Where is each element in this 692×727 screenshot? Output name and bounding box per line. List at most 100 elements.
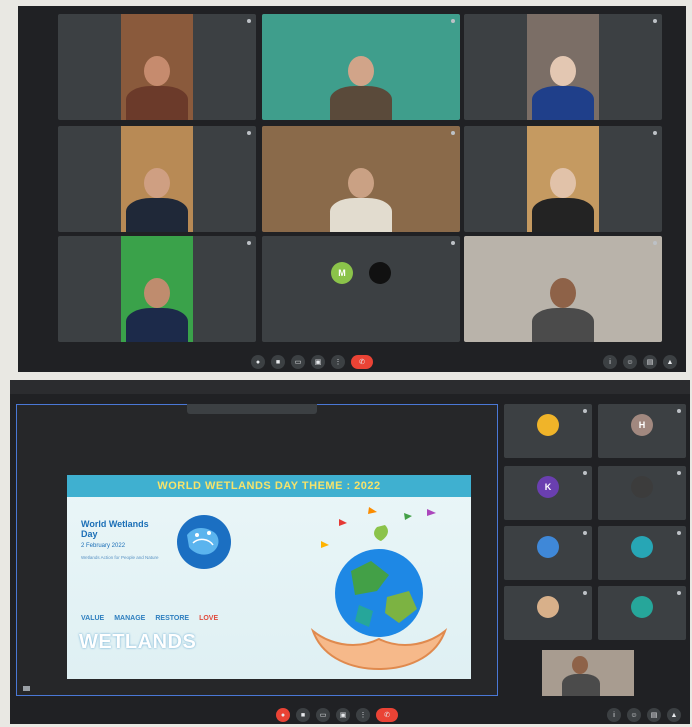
mic-status-icon	[583, 531, 587, 535]
participant-tile[interactable]	[464, 14, 662, 120]
self-body	[562, 674, 600, 696]
participant-head	[144, 168, 170, 198]
participant-figure	[532, 278, 594, 342]
mic-status-icon	[451, 131, 455, 135]
participant-figure	[330, 56, 392, 120]
action-manage: MANAGE	[114, 615, 146, 622]
participant-video	[262, 126, 460, 232]
more-options-icon[interactable]: ⋮	[356, 708, 370, 722]
right-controls-bottom: i ☺ ▤ ▲	[604, 708, 684, 722]
mic-status-icon	[451, 19, 455, 23]
chat-icon[interactable]: ▤	[643, 355, 657, 369]
participant-body	[330, 86, 392, 120]
mic-off-icon[interactable]: ●	[276, 708, 290, 722]
people-icon[interactable]: ☺	[623, 355, 637, 369]
side-participant-tile[interactable]: K	[504, 466, 592, 520]
mic-status-icon	[653, 19, 657, 23]
window-titlebar	[10, 380, 690, 394]
mic-icon[interactable]: ●	[251, 355, 265, 369]
side-participant-tile[interactable]	[598, 466, 686, 520]
participant-tile[interactable]	[58, 236, 256, 342]
self-view-tile	[542, 650, 634, 696]
participant-tile[interactable]: M	[262, 236, 460, 342]
info-icon[interactable]: i	[603, 355, 617, 369]
side-participant-tile[interactable]	[504, 404, 592, 458]
action-restore: RESTORE	[155, 615, 190, 622]
side-participant-tile[interactable]	[598, 526, 686, 580]
mic-status-icon	[247, 19, 251, 23]
mic-status-icon	[653, 241, 657, 245]
slide-big-word: WETLANDS	[79, 631, 197, 653]
people-icon[interactable]: ☺	[627, 708, 641, 722]
speaking-indicator	[369, 262, 391, 284]
mic-status-icon	[583, 591, 587, 595]
participant-head	[348, 168, 374, 198]
more-options-icon[interactable]: ⋮	[331, 355, 345, 369]
participant-tile[interactable]	[464, 236, 662, 342]
side-participant-tile[interactable]	[504, 586, 592, 640]
participant-head	[550, 278, 576, 308]
present-icon[interactable]: ▣	[336, 708, 350, 722]
screen-share-icon	[23, 686, 30, 691]
side-participant-avatar	[631, 476, 653, 498]
participant-figure	[126, 168, 188, 232]
end-call-button[interactable]: ✆	[351, 355, 373, 369]
action-love: LOVE	[199, 615, 219, 622]
meeting-controls-bottom: ● ■ ▭ ▣ ⋮ ✆ i ☺ ▤ ▲	[10, 706, 690, 724]
participant-figure	[532, 168, 594, 232]
self-head	[572, 656, 588, 674]
action-value: VALUE	[81, 615, 105, 622]
side-participant-tile[interactable]	[598, 586, 686, 640]
meet-window-top: M ● ■ ▭ ▣ ⋮ ✆ i ☺ ▤ ▲	[18, 6, 686, 372]
participant-body	[532, 86, 594, 120]
info-icon[interactable]: i	[607, 708, 621, 722]
activities-icon[interactable]: ▲	[667, 708, 681, 722]
mic-status-icon	[677, 409, 681, 413]
participant-video	[121, 126, 193, 232]
participant-body	[126, 86, 188, 120]
camera-icon[interactable]: ■	[271, 355, 285, 369]
participant-head	[348, 56, 374, 86]
side-participant-avatar: H	[631, 414, 653, 436]
end-call-button[interactable]: ✆	[376, 708, 398, 722]
meet-window-bottom: WORLD WETLANDS DAY THEME : 2022 World We…	[10, 380, 690, 724]
earth-hands-icon	[310, 507, 448, 671]
right-controls: i ☺ ▤ ▲	[600, 355, 680, 369]
mic-status-icon	[677, 591, 681, 595]
participant-tile[interactable]	[262, 126, 460, 232]
participant-video	[527, 126, 599, 232]
camera-icon[interactable]: ■	[296, 708, 310, 722]
participant-tile[interactable]	[58, 14, 256, 120]
participant-tile[interactable]	[464, 126, 662, 232]
participant-figure	[330, 168, 392, 232]
event-tagline: Wetlands Action for People and Nature	[81, 555, 159, 560]
participant-video	[262, 14, 460, 120]
mic-status-icon	[677, 471, 681, 475]
participant-video	[464, 236, 662, 342]
mic-status-icon	[247, 241, 251, 245]
participant-figure	[532, 56, 594, 120]
side-participant-tile[interactable]: H	[598, 404, 686, 458]
participant-tile[interactable]	[262, 14, 460, 120]
participant-head	[144, 56, 170, 86]
captions-icon[interactable]: ▭	[291, 355, 305, 369]
captions-icon[interactable]: ▭	[316, 708, 330, 722]
side-participant-tile[interactable]	[504, 526, 592, 580]
mic-status-icon	[583, 409, 587, 413]
mic-status-icon	[583, 471, 587, 475]
participant-body	[126, 308, 188, 342]
activities-icon[interactable]: ▲	[663, 355, 677, 369]
chat-icon[interactable]: ▤	[647, 708, 661, 722]
presenting-bar	[187, 404, 317, 414]
presentation-slide: WORLD WETLANDS DAY THEME : 2022 World We…	[67, 475, 471, 679]
side-participant-avatar	[537, 536, 559, 558]
present-icon[interactable]: ▣	[311, 355, 325, 369]
mic-status-icon	[451, 241, 455, 245]
participant-tile[interactable]	[58, 126, 256, 232]
participant-body	[532, 308, 594, 342]
mic-status-icon	[247, 131, 251, 135]
side-participant-avatar	[631, 596, 653, 618]
event-title: World Wetlands Day	[81, 519, 149, 539]
slide-banner: WORLD WETLANDS DAY THEME : 2022	[67, 475, 471, 497]
event-date: 2 February 2022	[81, 543, 126, 549]
